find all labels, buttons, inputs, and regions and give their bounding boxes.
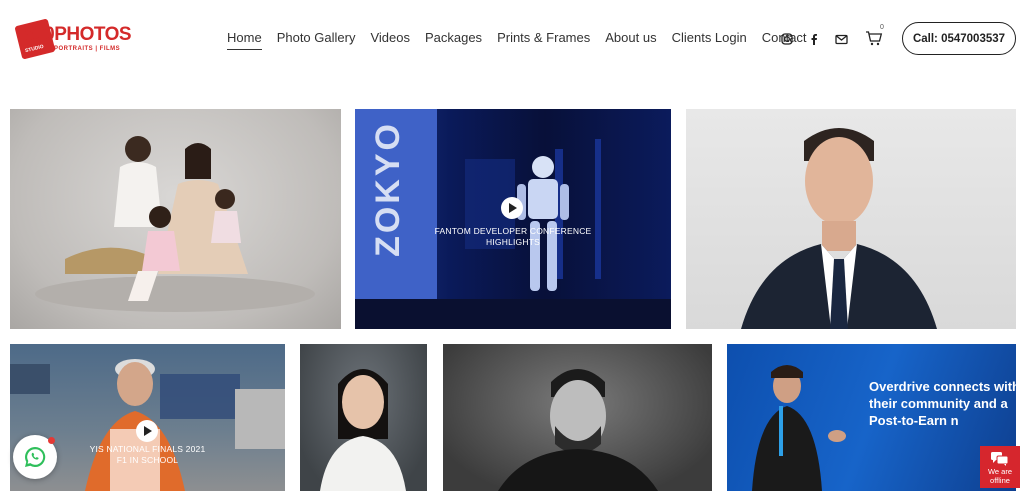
- video-caption: YIS NATIONAL FINALS 2021 F1 IN SCHOOL: [89, 444, 206, 465]
- nav-item-home[interactable]: Home: [227, 30, 262, 50]
- cart-icon[interactable]: [864, 28, 886, 50]
- gallery-photo-family[interactable]: [10, 109, 341, 329]
- nav-item-videos[interactable]: Videos: [370, 30, 410, 50]
- nav-item-packages[interactable]: Packages: [425, 30, 482, 50]
- mail-icon[interactable]: [832, 30, 850, 48]
- site-header: 800PHOTOS STUDIO PORTRAITS | FILMS Home …: [0, 0, 1024, 78]
- man-bw-photo-illustration: [498, 369, 658, 491]
- whatsapp-button[interactable]: [13, 435, 57, 479]
- call-button[interactable]: Call: 0547003537: [902, 22, 1016, 55]
- gallery-photo-businessman[interactable]: [686, 109, 1016, 329]
- chat-bubbles-icon: [991, 452, 1009, 466]
- instagram-icon[interactable]: [778, 30, 796, 48]
- chat-status-text: We are offline: [987, 467, 1013, 485]
- gallery-video-fantom-conference[interactable]: ZOKYO FANTOM DEVELOPER CONFERENCE HIGHLI…: [355, 109, 671, 329]
- main-nav: Home Photo Gallery Videos Packages Print…: [227, 30, 822, 50]
- brand-logo[interactable]: 800PHOTOS STUDIO PORTRAITS | FILMS: [14, 18, 132, 60]
- play-icon[interactable]: [136, 420, 158, 442]
- whatsapp-icon: [25, 446, 46, 467]
- businessman-photo-illustration: [741, 128, 937, 329]
- social-links: [778, 30, 859, 48]
- gallery-photo-woman-portrait[interactable]: [300, 344, 427, 491]
- slide-text: Overdrive connects with their community …: [869, 379, 1016, 428]
- gallery-photo-speaker[interactable]: Overdrive connects with their community …: [727, 344, 1016, 491]
- notification-dot: [48, 437, 55, 444]
- nav-item-prints-frames[interactable]: Prints & Frames: [497, 30, 590, 50]
- nav-item-clients-login[interactable]: Clients Login: [672, 30, 747, 50]
- chat-widget-button[interactable]: We are offline: [980, 446, 1020, 488]
- cart-count-badge: 0: [880, 24, 884, 31]
- family-photo-illustration: [35, 136, 315, 312]
- gallery-photo-man-bw[interactable]: [443, 344, 712, 491]
- logo-subtitle: PORTRAITS | FILMS: [54, 46, 121, 52]
- nav-item-photo-gallery[interactable]: Photo Gallery: [277, 30, 356, 50]
- zokyo-sign-text: ZOKYO: [369, 121, 407, 257]
- video-caption: FANTOM DEVELOPER CONFERENCE HIGHLIGHTS: [434, 226, 592, 247]
- nav-item-about-us[interactable]: About us: [605, 30, 656, 50]
- play-icon[interactable]: [501, 197, 523, 219]
- facebook-icon[interactable]: [805, 30, 823, 48]
- logo-text: 800PHOTOS: [24, 24, 132, 45]
- woman-photo-illustration: [320, 369, 406, 491]
